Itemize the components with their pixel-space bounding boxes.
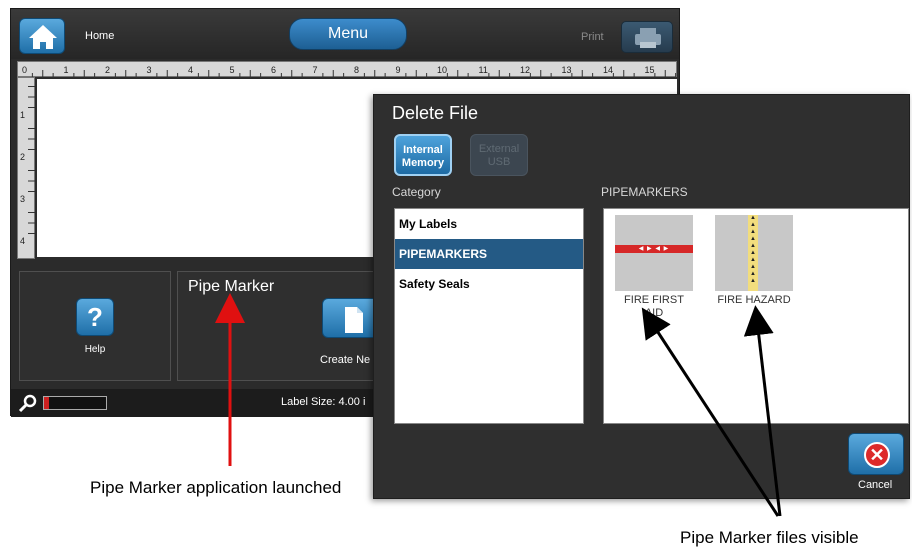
progress-fill (44, 397, 49, 409)
internal-memory-button[interactable]: Internal Memory (394, 134, 452, 176)
home-icon (29, 25, 57, 49)
print-label: Print (581, 31, 604, 43)
ruler-tick-label: 1 (64, 65, 69, 75)
external-usb-button[interactable]: External USB (470, 134, 528, 176)
category-item-pipemarkers[interactable]: PIPEMARKERS (395, 239, 583, 269)
close-icon: ✕ (864, 442, 890, 468)
ruler-tick-label: 10 (437, 65, 447, 75)
help-label: Help (84, 344, 106, 355)
category-heading: Category (392, 185, 441, 199)
internal-memory-line1: Internal (403, 144, 443, 156)
print-button[interactable] (621, 21, 673, 53)
ruler-tick-label: 2 (20, 152, 25, 162)
horizontal-ruler: 0 1 2 3 4 5 6 7 8 9 10 11 12 13 14 15 (17, 61, 677, 78)
ruler-tick-label: 5 (230, 65, 235, 75)
ruler-tick-label: 14 (603, 65, 613, 75)
ruler-tick-label: 6 (271, 65, 276, 75)
help-button[interactable]: ? (76, 298, 114, 336)
label-size-text: Label Size: 4.00 i (281, 396, 366, 408)
pipe-marker-band: ◀ ▶ ◀ ▶ (615, 245, 693, 253)
create-new-label: Create Ne (320, 354, 371, 366)
ruler-tick-label: 1 (20, 110, 25, 120)
vertical-ruler: 1 2 3 4 (17, 77, 35, 259)
category-item-my-labels[interactable]: My Labels (395, 209, 583, 239)
ruler-tick-label: 12 (520, 65, 530, 75)
delete-file-dialog: Delete File Internal Memory External USB… (373, 94, 910, 499)
internal-memory-line2: Memory (401, 157, 445, 169)
top-bar: Home Menu Print (11, 9, 679, 59)
file-name: FIRE HAZARD (717, 294, 791, 306)
ruler-tick-label: 8 (354, 65, 359, 75)
ruler-tick-label: 0 (22, 65, 27, 75)
file-thumbnail: ◀ ▶ ◀ ▶ (615, 215, 693, 291)
ruler-tick-label: 3 (20, 194, 25, 204)
external-usb-line1: External (478, 143, 520, 155)
ruler-tick-label: 15 (645, 65, 655, 75)
zoom-icon[interactable] (17, 392, 39, 414)
application-title: Pipe Marker (188, 278, 275, 295)
file-item-fire-first-aid[interactable]: ◀ ▶ ◀ ▶ FIRE FIRST AID (614, 215, 694, 320)
category-list: My Labels PIPEMARKERS Safety Seals (394, 208, 584, 424)
home-button[interactable] (19, 18, 65, 54)
menu-button[interactable]: Menu (289, 18, 407, 50)
callout-app-launched: Pipe Marker application launched (90, 478, 342, 497)
file-name: FIRE FIRST AID (624, 294, 684, 319)
external-usb-line2: USB (487, 156, 511, 168)
ruler-tick-label: 9 (396, 65, 401, 75)
cancel-button[interactable]: ✕ (848, 433, 904, 475)
files-heading: PIPEMARKERS (601, 185, 688, 199)
ruler-tick-label: 2 (105, 65, 110, 75)
ruler-tick-label: 7 (313, 65, 318, 75)
cancel-label: Cancel (858, 479, 893, 491)
ruler-tick-label: 11 (479, 65, 488, 75)
file-item-fire-hazard[interactable]: ▲ ▲ ▲ ▲ ▲ ▲ ▲ ▲ ▲ ▲ FIRE HAZARD (714, 215, 794, 307)
printer-icon (635, 28, 661, 48)
pipe-marker-band: ▲ ▲ ▲ ▲ ▲ ▲ ▲ ▲ ▲ ▲ (748, 215, 758, 291)
home-label: Home (85, 30, 115, 42)
ruler-tick-label: 4 (20, 236, 25, 246)
dialog-title: Delete File (392, 103, 479, 123)
help-panel: ? Help (19, 271, 171, 381)
ruler-tick-label: 3 (147, 65, 152, 75)
memory-progress-bar (43, 396, 107, 410)
callout-files-visible: Pipe Marker files visible (680, 528, 859, 547)
file-thumbnail: ▲ ▲ ▲ ▲ ▲ ▲ ▲ ▲ ▲ ▲ (715, 215, 793, 291)
file-grid: ◀ ▶ ◀ ▶ FIRE FIRST AID ▲ ▲ ▲ ▲ ▲ ▲ ▲ ▲ ▲ ▲ FIRE H… (603, 208, 909, 424)
category-item-safety-seals[interactable]: Safety Seals (395, 269, 583, 299)
ruler-tick-label: 4 (188, 65, 193, 75)
ruler-tick-label: 13 (562, 65, 572, 75)
